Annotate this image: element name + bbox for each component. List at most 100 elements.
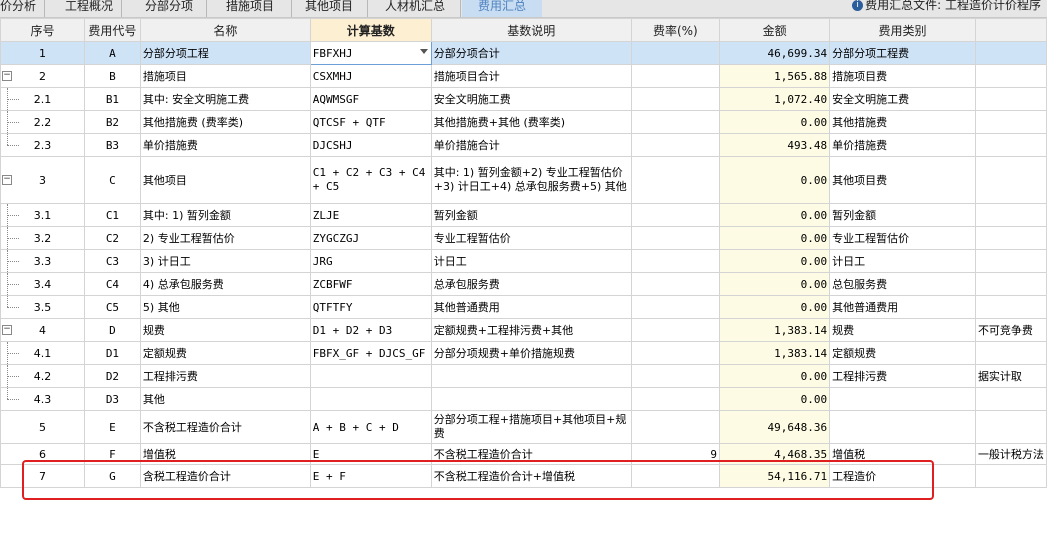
category-cell[interactable]: 其他措施费 (829, 110, 976, 134)
rate-cell[interactable] (630, 341, 721, 365)
category-cell[interactable]: 增值税 (829, 443, 976, 465)
table-row[interactable]: 5 E 不含税工程造价合计 A + B + C + D 分部分项工程+措施项目+… (0, 410, 1047, 444)
table-row[interactable]: 3.4 C4 4) 总承包服务费 ZCBFWF 总承包服务费 0.00 总包服务… (0, 272, 1047, 296)
table-row[interactable]: 3.5 C5 5) 其他 QTFTFY 其他普通费用 0.00 其他普通费用 (0, 295, 1047, 319)
name-cell[interactable]: 定额规费 (139, 341, 311, 365)
base-cell[interactable]: D1 + D2 + D3 (309, 318, 432, 342)
table-row[interactable]: 2.1 B1 其中: 安全文明施工费 AQWMSGF 安全文明施工费 1,072… (0, 87, 1047, 111)
note-cell[interactable] (974, 341, 1047, 365)
base-cell[interactable]: JRG (309, 249, 432, 273)
col-category[interactable]: 费用类别 (829, 18, 976, 42)
name-cell[interactable]: 4) 总承包服务费 (139, 272, 311, 296)
table-row[interactable]: 2.3 B3 单价措施费 DJCSHJ 单价措施合计 493.48 单价措施费 (0, 133, 1047, 157)
base-cell-editing[interactable]: FBFXHJ (309, 41, 432, 65)
tab-cost-summary[interactable]: 费用汇总 (462, 0, 542, 17)
table-row[interactable]: 4.3 D3 其他 0.00 (0, 387, 1047, 411)
col-base[interactable]: 计算基数 (309, 18, 432, 42)
note-cell[interactable] (974, 249, 1047, 273)
base-cell[interactable]: ZYGCZGJ (309, 226, 432, 250)
rate-cell[interactable] (630, 364, 721, 388)
note-cell[interactable] (974, 410, 1047, 444)
category-cell[interactable]: 规费 (829, 318, 976, 342)
note-cell[interactable] (974, 41, 1047, 65)
category-cell[interactable]: 安全文明施工费 (829, 87, 976, 111)
collapse-icon[interactable]: − (2, 175, 12, 185)
note-cell[interactable] (974, 203, 1047, 227)
note-cell[interactable] (974, 295, 1047, 319)
col-name[interactable]: 名称 (139, 18, 311, 42)
tab-labor-material-summary[interactable]: 人材机汇总 (369, 0, 461, 17)
rate-cell[interactable] (630, 295, 721, 319)
category-cell[interactable]: 分部分项工程费 (829, 41, 976, 65)
table-row[interactable]: 4.1 D1 定额规费 FBFX_GF + DJCS_GF 分部分项规费+单价措… (0, 341, 1047, 365)
note-cell[interactable] (974, 226, 1047, 250)
collapse-icon[interactable]: − (2, 325, 12, 335)
rate-cell[interactable] (630, 156, 721, 204)
category-cell[interactable]: 工程排污费 (829, 364, 976, 388)
note-cell[interactable]: 不可竞争费 (974, 318, 1047, 342)
base-cell[interactable]: QTFTFY (309, 295, 432, 319)
rate-cell[interactable] (630, 272, 721, 296)
table-row[interactable]: −3 C 其他项目 C1 + C2 + C3 + C4 + C5 其中: 1) … (0, 156, 1047, 204)
col-amount[interactable]: 金额 (718, 18, 831, 42)
rate-cell[interactable] (630, 249, 721, 273)
rate-cell[interactable] (630, 133, 721, 157)
rate-cell[interactable] (630, 110, 721, 134)
note-cell[interactable] (974, 272, 1047, 296)
name-cell[interactable]: 单价措施费 (139, 133, 311, 157)
rate-cell[interactable] (630, 203, 721, 227)
name-cell[interactable]: 其他项目 (139, 156, 311, 204)
name-cell[interactable]: 措施项目 (139, 64, 311, 88)
name-cell[interactable]: 3) 计日工 (139, 249, 311, 273)
note-cell[interactable] (974, 387, 1047, 411)
category-cell[interactable]: 措施项目费 (829, 64, 976, 88)
rate-cell[interactable] (630, 410, 721, 444)
note-cell[interactable]: 一般计税方法 (974, 443, 1047, 465)
name-cell[interactable]: 其中: 1) 暂列金额 (139, 203, 311, 227)
collapse-icon[interactable]: − (2, 71, 12, 81)
base-cell[interactable]: FBFX_GF + DJCS_GF (309, 341, 432, 365)
tab-other-items[interactable]: 其他项目 (293, 0, 368, 17)
name-cell[interactable]: 其他措施费 (费率类) (139, 110, 311, 134)
base-cell[interactable]: E (309, 443, 432, 465)
table-row[interactable]: 1 A 分部分项工程 FBFXHJ 分部分项合计 46,699.34 分部分项工… (0, 41, 1047, 65)
note-cell[interactable] (974, 133, 1047, 157)
base-cell[interactable]: ZCBFWF (309, 272, 432, 296)
name-cell[interactable]: 5) 其他 (139, 295, 311, 319)
category-cell[interactable]: 其他普通费用 (829, 295, 976, 319)
base-cell[interactable]: QTCSF + QTF (309, 110, 432, 134)
base-cell[interactable]: C1 + C2 + C3 + C4 + C5 (309, 156, 432, 204)
rate-cell[interactable] (630, 41, 721, 65)
base-cell[interactable] (309, 364, 432, 388)
name-cell[interactable]: 其他 (139, 387, 311, 411)
table-row[interactable]: 6 F 增值税 E 不含税工程造价合计 9 4,468.35 增值税 一般计税方… (0, 443, 1047, 465)
dropdown-arrow-icon[interactable] (419, 49, 428, 54)
note-cell[interactable]: 据实计取 (974, 364, 1047, 388)
category-cell[interactable]: 单价措施费 (829, 133, 976, 157)
table-row[interactable]: 3.2 C2 2) 专业工程暂估价 ZYGCZGJ 专业工程暂估价 0.00 专… (0, 226, 1047, 250)
note-cell[interactable] (974, 64, 1047, 88)
col-seq[interactable]: 序号 (0, 18, 85, 42)
col-note[interactable] (974, 18, 1047, 42)
category-cell[interactable] (829, 410, 976, 444)
tab-price-analysis[interactable]: 价分析 (0, 0, 45, 17)
table-row[interactable]: 3.3 C3 3) 计日工 JRG 计日工 0.00 计日工 (0, 249, 1047, 273)
base-cell[interactable]: A + B + C + D (309, 410, 432, 444)
tab-sub-items[interactable]: 分部分项 (123, 0, 207, 17)
col-desc[interactable]: 基数说明 (430, 18, 632, 42)
rate-cell[interactable] (630, 387, 721, 411)
category-cell[interactable] (829, 387, 976, 411)
name-cell[interactable]: 含税工程造价合计 (139, 464, 311, 488)
name-cell[interactable]: 分部分项工程 (139, 41, 311, 65)
rate-cell[interactable] (630, 87, 721, 111)
name-cell[interactable]: 其中: 安全文明施工费 (139, 87, 311, 111)
tab-measure-items[interactable]: 措施项目 (208, 0, 292, 17)
base-cell[interactable] (309, 387, 432, 411)
category-cell[interactable]: 总包服务费 (829, 272, 976, 296)
note-cell[interactable] (974, 110, 1047, 134)
table-row[interactable]: 4.2 D2 工程排污费 0.00 工程排污费 据实计取 (0, 364, 1047, 388)
name-cell[interactable]: 增值税 (139, 443, 311, 465)
rate-cell[interactable] (630, 464, 721, 488)
table-row[interactable]: −4 D 规费 D1 + D2 + D3 定额规费+工程排污费+其他 1,383… (0, 318, 1047, 342)
base-cell[interactable]: DJCSHJ (309, 133, 432, 157)
